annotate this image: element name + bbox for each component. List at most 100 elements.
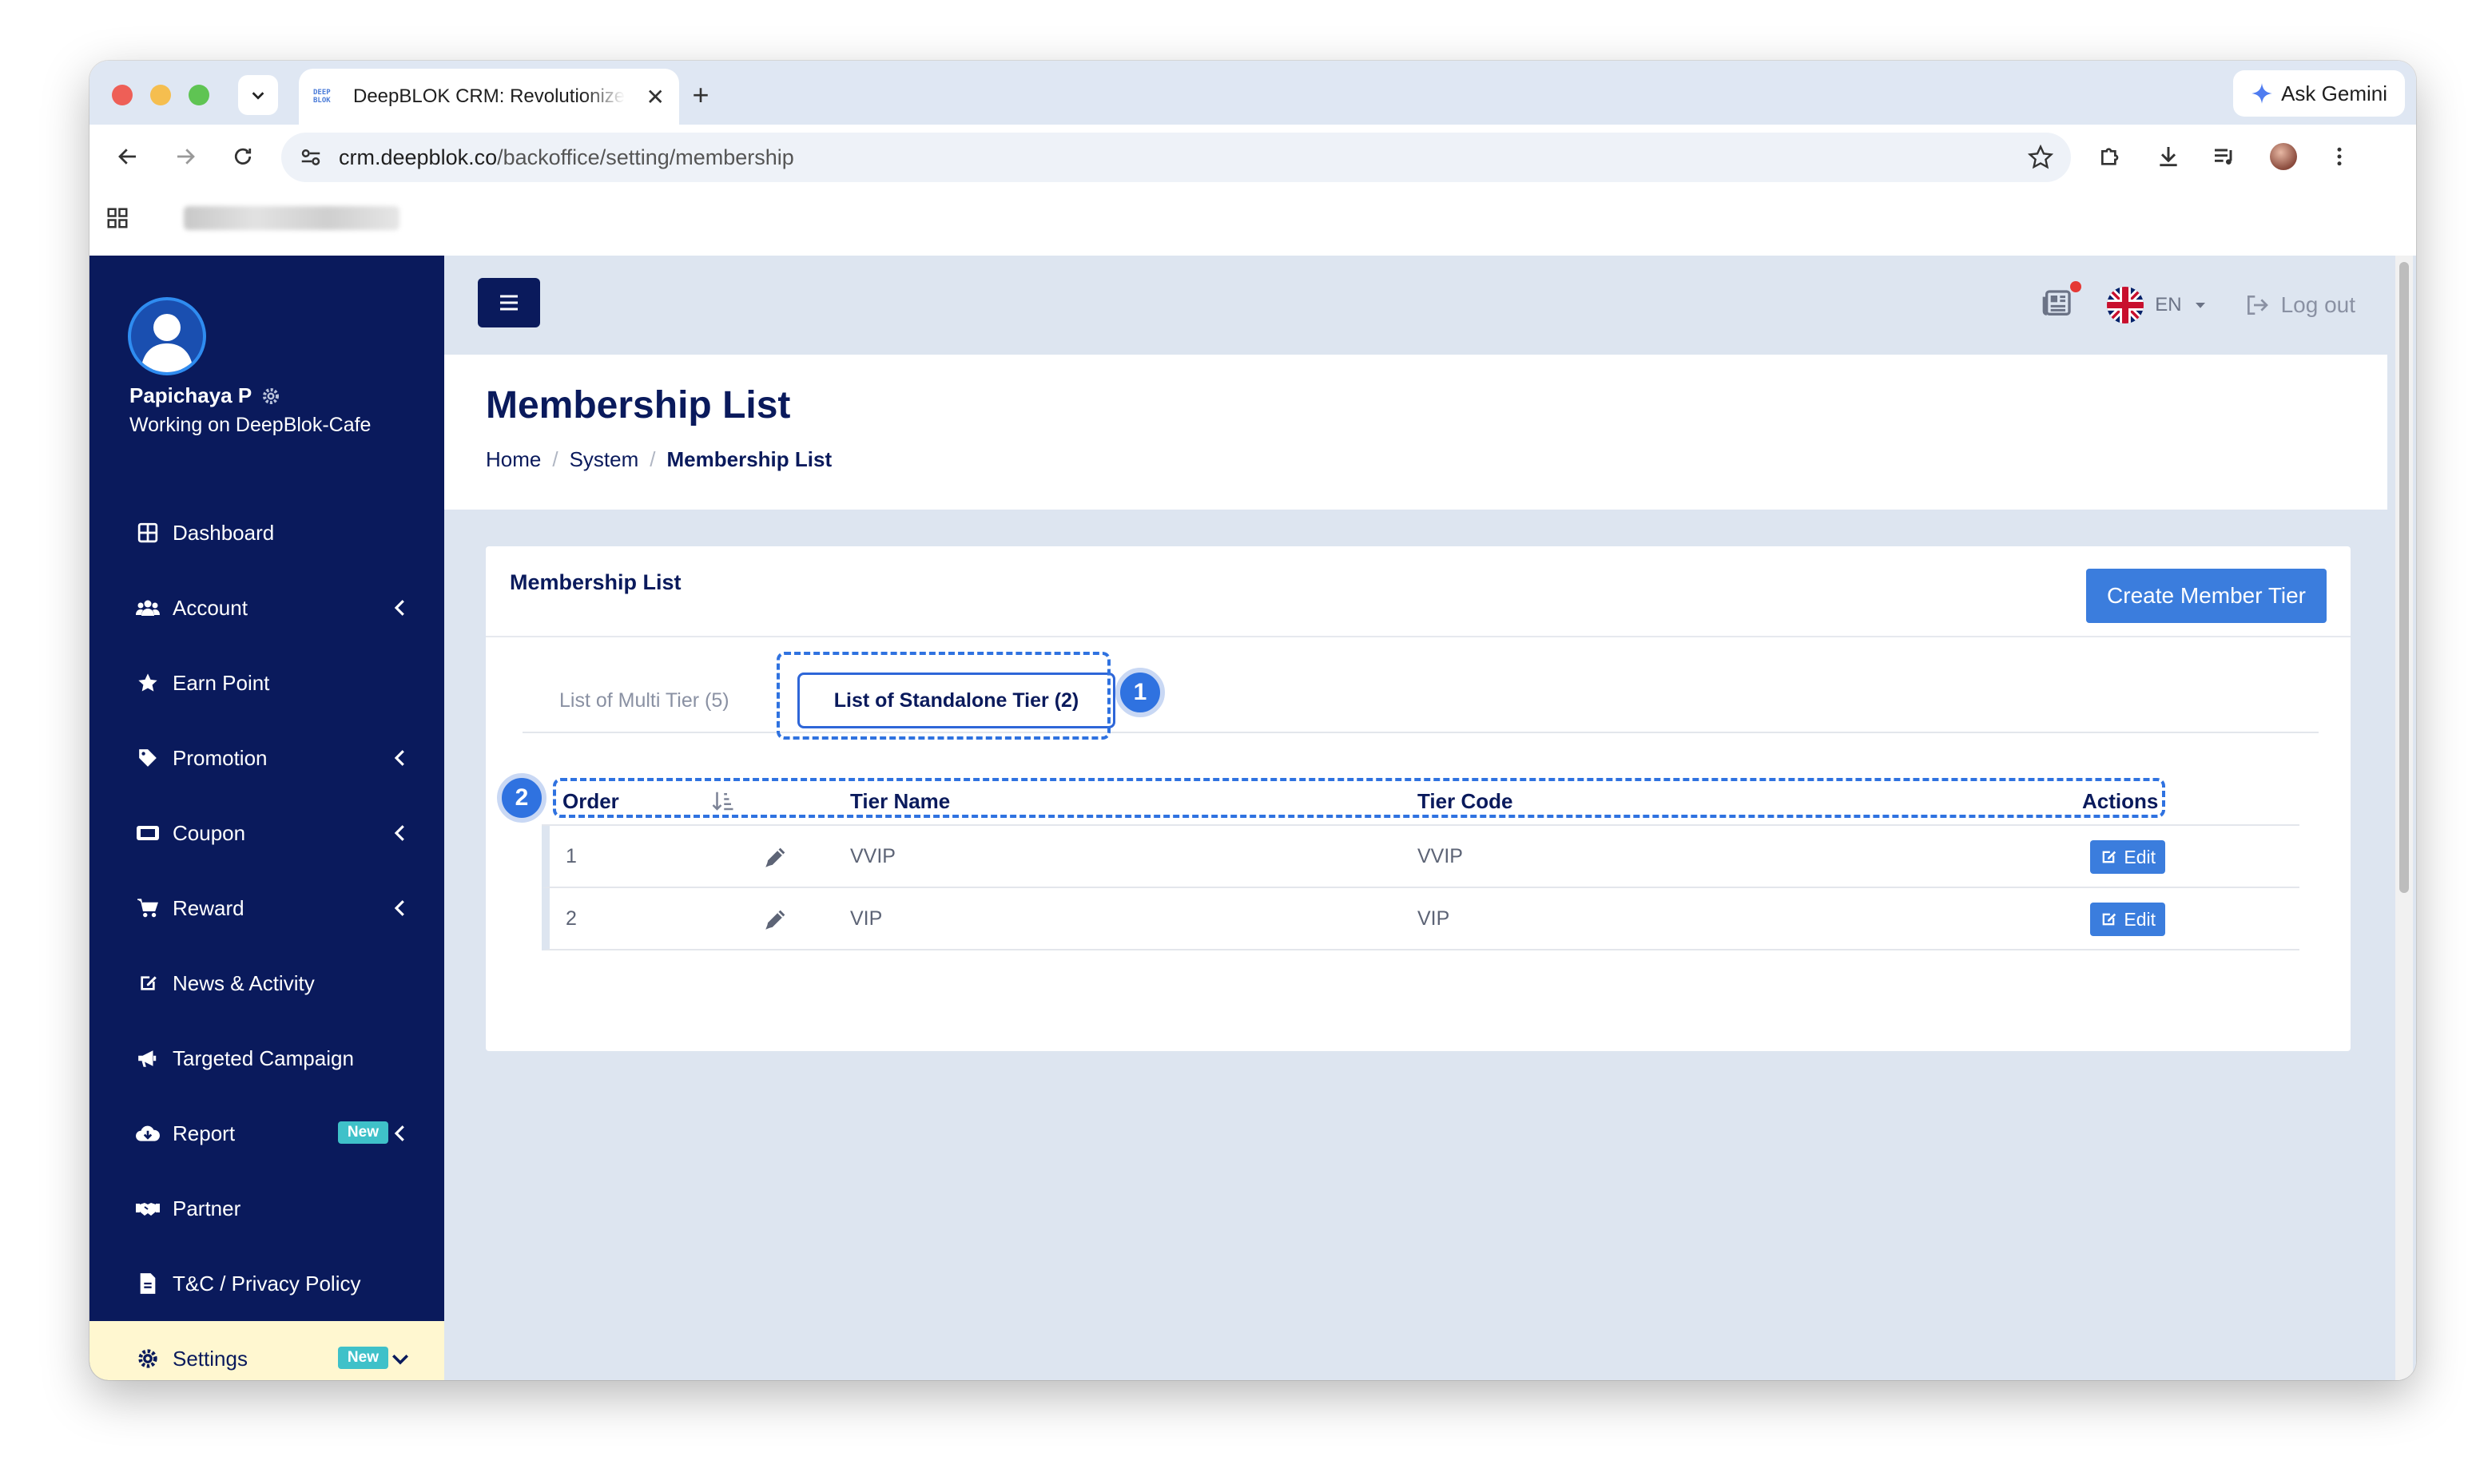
- breadcrumb-system[interactable]: System: [570, 447, 639, 472]
- sidebar-item-label: Reward: [173, 895, 244, 920]
- browser-tab-active[interactable]: DEEP BLOK DeepBLOK CRM: Revolutionize ✕: [299, 69, 679, 125]
- star-bookmark-icon[interactable]: [2028, 145, 2053, 170]
- app-topbar: EN Log out: [444, 256, 2387, 355]
- browser-toolbar: crm.deepblok.co/backoffice/setting/membe…: [89, 125, 2416, 188]
- page-header: Membership List Home / System / Membersh…: [444, 355, 2387, 510]
- sidebar-item-label: Coupon: [173, 820, 246, 845]
- breadcrumb-separator: /: [650, 447, 656, 471]
- cell-tier-name: VVIP: [850, 845, 896, 867]
- forward-button[interactable]: [165, 136, 206, 177]
- breadcrumb: Home / System / Membership List: [486, 447, 832, 472]
- address-bar[interactable]: crm.deepblok.co/backoffice/setting/membe…: [281, 133, 2071, 182]
- sidebar-item-reward[interactable]: Reward: [89, 871, 444, 946]
- url-path: /backoffice/setting/membership: [497, 145, 794, 169]
- crm-app: Papichaya P Working on DeepBlok-Cafe Das…: [89, 256, 2416, 1380]
- logout-button[interactable]: Log out: [2244, 292, 2355, 318]
- menu-toggle-button[interactable]: [478, 278, 540, 327]
- sidebar-item-label: Account: [173, 595, 248, 620]
- pencil-icon[interactable]: [762, 843, 789, 871]
- reload-button[interactable]: [222, 136, 264, 177]
- new-badge: New: [337, 1121, 388, 1144]
- breadcrumb-home[interactable]: Home: [486, 447, 541, 472]
- arrow-left-icon: [118, 149, 136, 165]
- membership-card: Membership List Create Member Tier List …: [486, 546, 2351, 1051]
- notification-dot: [2070, 281, 2082, 292]
- edit-label: Edit: [2124, 908, 2156, 930]
- chevron-down-icon: [392, 1355, 408, 1365]
- more-vertical-icon: [2337, 147, 2342, 166]
- page-scrollbar[interactable]: [2395, 256, 2413, 1380]
- ask-gemini-button[interactable]: Ask Gemini: [2233, 70, 2405, 117]
- sidebar-item-account[interactable]: Account: [89, 570, 444, 645]
- cell-order: 2: [566, 907, 577, 930]
- edit-button[interactable]: Edit: [2090, 840, 2165, 874]
- user-name-text: Papichaya P: [129, 383, 252, 407]
- scrollbar-thumb[interactable]: [2399, 262, 2409, 893]
- puzzle-icon: [2101, 148, 2119, 165]
- language-selector[interactable]: EN: [2107, 287, 2207, 323]
- edit-icon: [134, 970, 161, 997]
- browser-menu-button[interactable]: [2319, 136, 2360, 177]
- file-icon: [134, 1270, 161, 1297]
- user-name: Papichaya P: [129, 383, 280, 408]
- sidebar-item-partner[interactable]: Partner: [89, 1171, 444, 1246]
- minimize-window-button[interactable]: [150, 85, 171, 105]
- media-control-button[interactable]: [2204, 136, 2245, 177]
- new-tab-button[interactable]: +: [681, 75, 721, 115]
- news-notification-button[interactable]: [2041, 281, 2082, 323]
- sidebar-item-coupon[interactable]: Coupon: [89, 796, 444, 871]
- star-icon: [134, 669, 161, 696]
- playlist-icon: [2215, 149, 2232, 165]
- chevron-left-icon: [394, 750, 404, 766]
- new-badge: New: [337, 1347, 388, 1369]
- extensions-button[interactable]: [2090, 136, 2132, 177]
- tab-multi-tier[interactable]: List of Multi Tier (5): [559, 673, 729, 728]
- page-title: Membership List: [486, 384, 791, 427]
- site-settings-icon: [301, 149, 320, 165]
- gear-icon[interactable]: [261, 387, 280, 406]
- browser-window: DEEP BLOK DeepBLOK CRM: Revolutionize ✕ …: [89, 61, 2416, 1380]
- sidebar-item-news-activity[interactable]: News & Activity: [89, 946, 444, 1021]
- sidebar-item-report[interactable]: Report New: [89, 1096, 444, 1171]
- card-title: Membership List: [510, 570, 682, 594]
- sidebar-item-targeted-campaign[interactable]: Targeted Campaign: [89, 1021, 444, 1096]
- sidebar-item-label: Dashboard: [173, 520, 275, 545]
- sidebar-item-promotion[interactable]: Promotion: [89, 720, 444, 796]
- ask-gemini-label: Ask Gemini: [2281, 81, 2387, 105]
- edit-icon: [2103, 851, 2116, 863]
- hamburger-icon: [500, 295, 518, 311]
- blurred-bookmark[interactable]: [184, 206, 399, 230]
- user-avatar[interactable]: [128, 297, 206, 375]
- url-host: crm.deepblok.co: [339, 145, 498, 169]
- cloud-download-icon: [134, 1120, 161, 1147]
- apps-grid-icon[interactable]: [105, 206, 129, 234]
- sidebar-item-label: Report: [173, 1121, 236, 1145]
- pencil-icon[interactable]: [762, 906, 789, 933]
- language-code: EN: [2155, 294, 2182, 315]
- uk-flag-icon: [2107, 287, 2144, 323]
- sidebar-item-earn-point[interactable]: Earn Point: [89, 645, 444, 720]
- newspaper-icon: [2042, 290, 2071, 315]
- create-member-tier-button[interactable]: Create Member Tier: [2086, 569, 2327, 623]
- deepblok-favicon-icon: DEEP BLOK: [313, 83, 340, 110]
- sidebar-item-dashboard[interactable]: Dashboard: [89, 495, 444, 570]
- gear-icon: [134, 1345, 161, 1372]
- edit-button[interactable]: Edit: [2090, 903, 2165, 936]
- annotation-marker-1: 1: [1115, 668, 1165, 717]
- tab-bar: DEEP BLOK DeepBLOK CRM: Revolutionize ✕ …: [89, 61, 2416, 125]
- tab-search-button[interactable]: [238, 75, 278, 115]
- maximize-window-button[interactable]: [189, 85, 209, 105]
- downloads-button[interactable]: [2148, 136, 2189, 177]
- back-button[interactable]: [107, 136, 149, 177]
- sidebar-item-settings[interactable]: Settings New: [89, 1321, 444, 1380]
- download-icon: [2160, 147, 2177, 167]
- sidebar-item-tc-privacy[interactable]: T&C / Privacy Policy: [89, 1246, 444, 1321]
- caret-down-icon: [2195, 303, 2205, 308]
- breadcrumb-separator: /: [552, 447, 558, 471]
- arrow-right-icon: [177, 149, 195, 165]
- profile-avatar[interactable]: [2263, 136, 2304, 177]
- close-window-button[interactable]: [112, 85, 133, 105]
- topbar-actions: EN Log out: [2041, 281, 2355, 329]
- breadcrumb-current: Membership List: [666, 447, 833, 471]
- tab-close-icon[interactable]: ✕: [646, 84, 665, 110]
